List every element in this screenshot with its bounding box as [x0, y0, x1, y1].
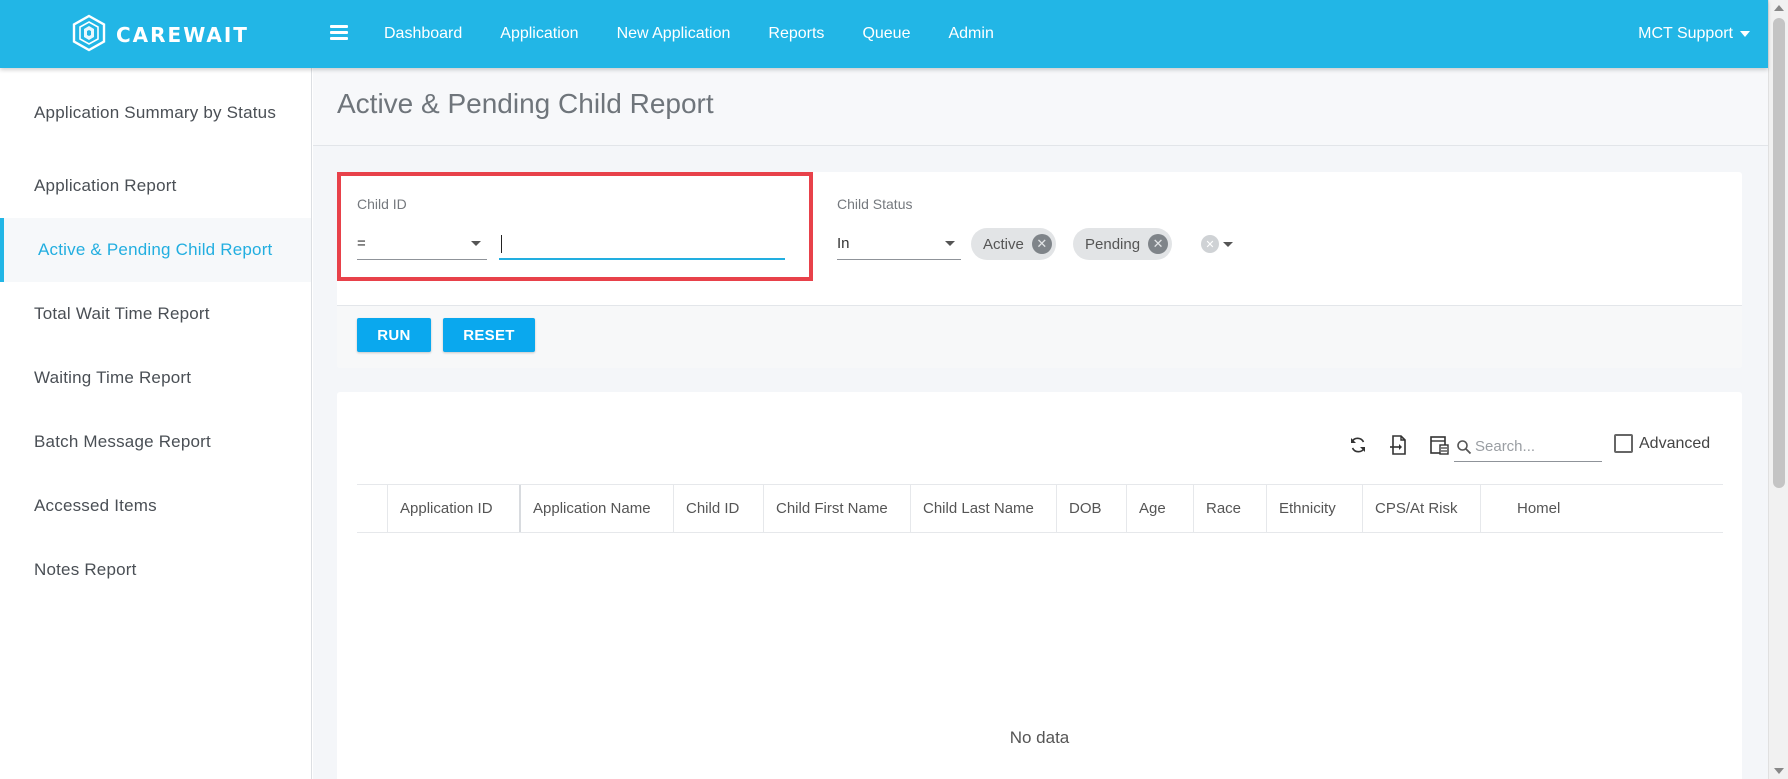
- sidebar-item-active-pending-child-report[interactable]: Active & Pending Child Report: [0, 218, 311, 282]
- child-status-operator-value: In: [837, 235, 850, 252]
- page-header: Active & Pending Child Report: [313, 68, 1768, 146]
- status-chip-pending[interactable]: Pending ✕: [1073, 228, 1173, 260]
- nav-reports[interactable]: Reports: [768, 25, 824, 43]
- nav-admin[interactable]: Admin: [948, 25, 993, 43]
- report-grid: Advanced Application ID Application Name…: [337, 392, 1742, 779]
- main-nav: Dashboard Application New Application Re…: [384, 0, 1032, 68]
- column-header-child-first-name[interactable]: Child First Name: [763, 485, 910, 532]
- sidebar-item-application-summary[interactable]: Application Summary by Status: [0, 90, 311, 136]
- child-id-operator-select[interactable]: =: [357, 228, 487, 260]
- caret-down-icon: [471, 241, 481, 246]
- column-header-application-id[interactable]: Application ID: [387, 485, 519, 532]
- close-icon[interactable]: ✕: [1148, 234, 1169, 254]
- grid-header: Application ID Application Name Child ID…: [357, 484, 1723, 533]
- advanced-checkbox[interactable]: [1614, 434, 1633, 453]
- column-header-child-id[interactable]: Child ID: [673, 485, 763, 532]
- sidebar-item-batch-message-report[interactable]: Batch Message Report: [0, 410, 311, 474]
- refresh-icon[interactable]: [1347, 434, 1369, 456]
- child-id-input[interactable]: [499, 226, 785, 260]
- app-root: CAREWAIT Dashboard Application New Appli…: [0, 0, 1788, 779]
- run-button[interactable]: RUN: [357, 318, 431, 352]
- status-chip-label: Active: [983, 235, 1024, 253]
- column-header-homeless[interactable]: Homel: [1480, 485, 1723, 532]
- column-header-cps-at-risk[interactable]: CPS/At Risk: [1362, 485, 1480, 532]
- column-header-dob[interactable]: DOB: [1056, 485, 1126, 532]
- sidebar-item-total-wait-time-report[interactable]: Total Wait Time Report: [0, 282, 311, 346]
- brand[interactable]: CAREWAIT: [70, 14, 249, 57]
- advanced-toggle[interactable]: Advanced: [1614, 434, 1710, 453]
- scroll-down-arrow-icon[interactable]: [1774, 768, 1784, 774]
- filter-row: Child ID = Child Status In Active ✕ Pend…: [337, 172, 1742, 306]
- nav-queue[interactable]: Queue: [862, 25, 910, 43]
- sidebar-item-application-report[interactable]: Application Report: [0, 154, 311, 218]
- status-dropdown-caret-icon[interactable]: [1223, 242, 1233, 247]
- child-status-label: Child Status: [837, 196, 913, 212]
- column-header-race[interactable]: Race: [1193, 485, 1266, 532]
- page-title: Active & Pending Child Report: [337, 88, 714, 119]
- top-navbar: CAREWAIT Dashboard Application New Appli…: [0, 0, 1768, 68]
- user-menu-label: MCT Support: [1638, 25, 1733, 42]
- page-scrollbar[interactable]: [1768, 0, 1788, 779]
- carewait-logo-icon: [70, 14, 108, 57]
- sidebar-item-accessed-items[interactable]: Accessed Items: [0, 474, 311, 538]
- scroll-up-arrow-icon[interactable]: [1774, 5, 1784, 11]
- sidebar-item-waiting-time-report[interactable]: Waiting Time Report: [0, 346, 311, 410]
- main-content: Active & Pending Child Report Child ID =…: [313, 68, 1768, 779]
- status-chip-label: Pending: [1085, 235, 1141, 253]
- scrollbar-thumb[interactable]: [1773, 18, 1785, 488]
- column-header-application-name[interactable]: Application Name: [519, 485, 673, 532]
- chevron-down-icon: [1740, 31, 1750, 37]
- close-icon[interactable]: ✕: [1031, 234, 1052, 254]
- empty-state-text: No data: [1009, 728, 1070, 747]
- column-header-age[interactable]: Age: [1126, 485, 1193, 532]
- filter-panel: Child ID = Child Status In Active ✕ Pend…: [337, 172, 1742, 368]
- child-id-operator-value: =: [357, 235, 366, 252]
- child-status-operator-select[interactable]: In: [837, 228, 961, 260]
- status-chip-active[interactable]: Active ✕: [971, 228, 1056, 260]
- user-menu[interactable]: MCT Support: [1638, 0, 1750, 68]
- reset-button[interactable]: RESET: [443, 318, 535, 352]
- clear-all-icon[interactable]: ✕: [1201, 235, 1219, 253]
- sidebar-item-notes-report[interactable]: Notes Report: [0, 538, 311, 602]
- search-input[interactable]: [1475, 438, 1595, 455]
- nav-application[interactable]: Application: [500, 25, 578, 43]
- caret-down-icon: [945, 241, 955, 246]
- text-cursor: [501, 235, 502, 253]
- column-chooser-icon[interactable]: [1428, 434, 1450, 456]
- search-icon: [1457, 439, 1472, 454]
- export-icon[interactable]: [1387, 434, 1409, 456]
- child-id-label: Child ID: [357, 196, 407, 212]
- nav-new-application[interactable]: New Application: [617, 25, 731, 43]
- advanced-label: Advanced: [1639, 434, 1711, 452]
- hamburger-menu-icon[interactable]: [330, 22, 348, 44]
- nav-dashboard[interactable]: Dashboard: [384, 25, 462, 43]
- filter-actions: RUN RESET: [337, 306, 1742, 368]
- sidebar: Application Summary by Status Applicatio…: [0, 68, 312, 779]
- brand-name: CAREWAIT: [116, 23, 249, 47]
- column-header-ethnicity[interactable]: Ethnicity: [1266, 485, 1362, 532]
- grid-search: [1454, 432, 1602, 462]
- column-header-child-last-name[interactable]: Child Last Name: [910, 485, 1056, 532]
